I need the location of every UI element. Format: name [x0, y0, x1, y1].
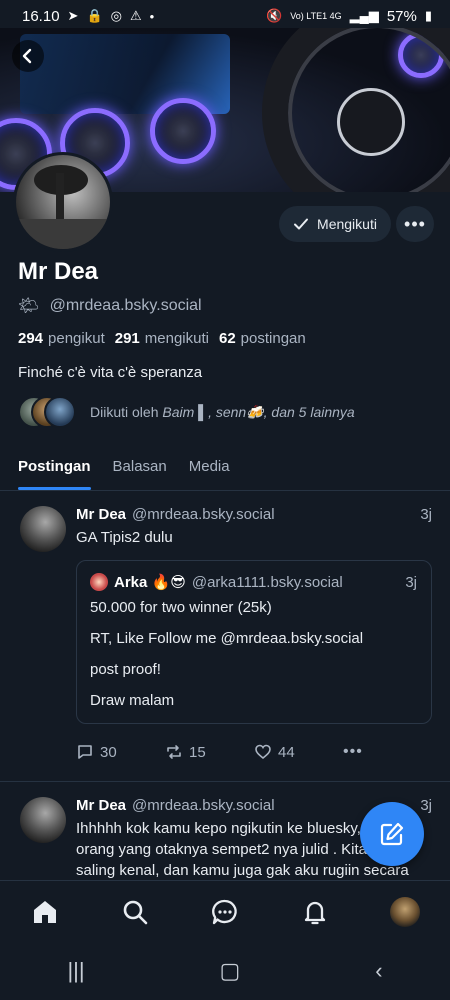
following-label: mengikuti — [144, 330, 209, 347]
avatar[interactable] — [20, 506, 66, 552]
post-author-name[interactable]: Mr Dea — [76, 506, 126, 523]
avatar — [90, 573, 108, 591]
avatar — [390, 896, 420, 927]
pencil-square-icon — [380, 822, 404, 846]
bottom-navigation — [0, 880, 450, 942]
followers-label: pengikut — [48, 330, 105, 347]
reply-count: 30 — [100, 743, 117, 761]
post-actions: 30 15 44 ••• — [76, 738, 432, 766]
followers-stat[interactable]: 294 pengikut — [18, 330, 105, 347]
quote-author-handle: @arka1111.bsky.social — [191, 573, 343, 591]
banner-vent — [150, 98, 216, 164]
repost-count: 15 — [189, 743, 206, 761]
profile-tabs: Postingan Balasan Media — [0, 447, 450, 491]
warning-icon: ⚠ — [129, 8, 142, 23]
more-options-button[interactable]: ••• — [396, 206, 434, 242]
post-time: 3j — [420, 797, 432, 814]
repost-icon — [167, 745, 181, 759]
dot-icon: • — [149, 8, 155, 24]
ellipsis-icon: ••• — [343, 743, 363, 760]
profile-stats: 294 pengikut 291 mengikuti 62 postingan — [18, 330, 306, 347]
like-button[interactable]: 44 — [254, 743, 343, 761]
nav-chat[interactable] — [205, 892, 245, 932]
compose-post-button[interactable] — [360, 802, 424, 866]
following-count: 291 — [114, 330, 140, 347]
posts-label: postingan — [240, 330, 306, 347]
home-icon — [34, 900, 56, 923]
posts-stat: 62 postingan — [219, 330, 306, 347]
quote-text-line: Draw malam — [90, 692, 175, 709]
chat-icon — [212, 899, 237, 924]
quote-text-line: post proof! — [90, 661, 161, 678]
quote-time: 3j — [405, 573, 417, 591]
quoted-post[interactable]: Arka 🔥😎 @arka1111.bsky.social 3j 50.000 … — [76, 560, 432, 724]
known-followers-avatars — [18, 396, 76, 428]
mute-icon: 🔇 — [266, 8, 283, 23]
instagram-icon: ◎ — [110, 8, 122, 23]
post-time: 3j — [420, 506, 432, 523]
following-button-label: Mengikuti — [317, 216, 377, 232]
banner-steering-hub — [337, 88, 405, 156]
avatar — [44, 396, 76, 428]
back-nav-icon[interactable]: ‹ — [375, 958, 382, 984]
post-text: GA Tipis2 dulu — [76, 529, 173, 546]
search-icon — [123, 900, 148, 924]
speech-bubble-icon — [78, 745, 92, 759]
back-button[interactable] — [12, 40, 44, 72]
like-count: 44 — [278, 743, 295, 761]
repost-button[interactable]: 15 — [165, 743, 254, 761]
telegram-icon: ➤ — [67, 8, 79, 23]
tab-media[interactable]: Media — [189, 447, 230, 490]
followed-by-row[interactable]: Diikuti oleh Baim ▌, senn🍻, dan 5 lainny… — [18, 396, 355, 428]
ellipsis-icon: ••• — [404, 213, 426, 234]
battery-icon: ▮ — [424, 8, 432, 23]
nav-search[interactable] — [115, 892, 155, 932]
posts-count: 62 — [218, 330, 236, 347]
profile-name: Mr Dea — [18, 258, 99, 285]
nav-home[interactable] — [25, 892, 65, 932]
quote-author-name: Arka 🔥😎 — [114, 574, 186, 591]
tab-posts[interactable]: Postingan — [18, 447, 91, 490]
followed-by-prefix: Diikuti oleh — [90, 403, 159, 420]
sun-cloud-icon: 🌤 — [18, 296, 40, 315]
nav-profile[interactable] — [385, 892, 425, 932]
profile-handle: @mrdeaa.bsky.social — [49, 297, 202, 314]
check-icon — [294, 218, 309, 230]
feed-post[interactable]: Mr Dea @mrdeaa.bsky.social 3j GA Tipis2 … — [0, 492, 450, 782]
quote-text-line: RT, Like Follow me @mrdeaa.bsky.social — [90, 630, 364, 647]
status-time: 16.10 — [22, 7, 60, 25]
bell-icon — [304, 901, 326, 924]
avatar[interactable] — [20, 797, 66, 843]
chevron-left-icon — [22, 48, 32, 64]
followed-by-text: Diikuti oleh Baim ▌, senn🍻, dan 5 lainny… — [90, 404, 355, 421]
profile-handle-row: 🌤 @mrdeaa.bsky.social — [18, 296, 202, 316]
network-indicator: Vo) LTE1 4G — [290, 11, 342, 21]
tab-replies[interactable]: Balasan — [113, 447, 167, 490]
reply-button[interactable]: 30 — [76, 743, 165, 761]
post-author-handle[interactable]: @mrdeaa.bsky.social — [132, 797, 275, 814]
followed-by-names: Baim ▌, senn🍻, dan 5 lainnya — [162, 403, 355, 420]
signal-icon: ▂▄▆ — [349, 8, 379, 23]
system-navigation-bar: ||| ▢ ‹ — [0, 942, 450, 1000]
heart-icon — [255, 744, 271, 760]
recent-apps-icon[interactable]: ||| — [67, 958, 84, 984]
status-bar: 16.10 ➤ 🔒 ◎ ⚠ • 🔇 Vo) LTE1 4G ▂▄▆ 57% ▮ — [0, 0, 450, 32]
battery-level: 57% — [386, 7, 417, 25]
profile-bio: Finché c'è vita c'è speranza — [18, 364, 203, 381]
post-more-button[interactable]: ••• — [343, 743, 432, 761]
nav-notifications[interactable] — [295, 892, 335, 932]
home-button-icon[interactable]: ▢ — [220, 958, 241, 984]
followers-count: 294 — [18, 330, 44, 347]
avatar-art — [16, 219, 110, 249]
lock-icon: 🔒 — [86, 8, 103, 23]
profile-avatar[interactable] — [13, 152, 113, 252]
following-button[interactable]: Mengikuti — [279, 206, 391, 242]
post-author-name[interactable]: Mr Dea — [76, 797, 126, 814]
post-author-handle[interactable]: @mrdeaa.bsky.social — [132, 506, 275, 523]
quote-text-line: 50.000 for two winner (25k) — [90, 599, 272, 616]
following-stat[interactable]: 291 mengikuti — [115, 330, 209, 347]
